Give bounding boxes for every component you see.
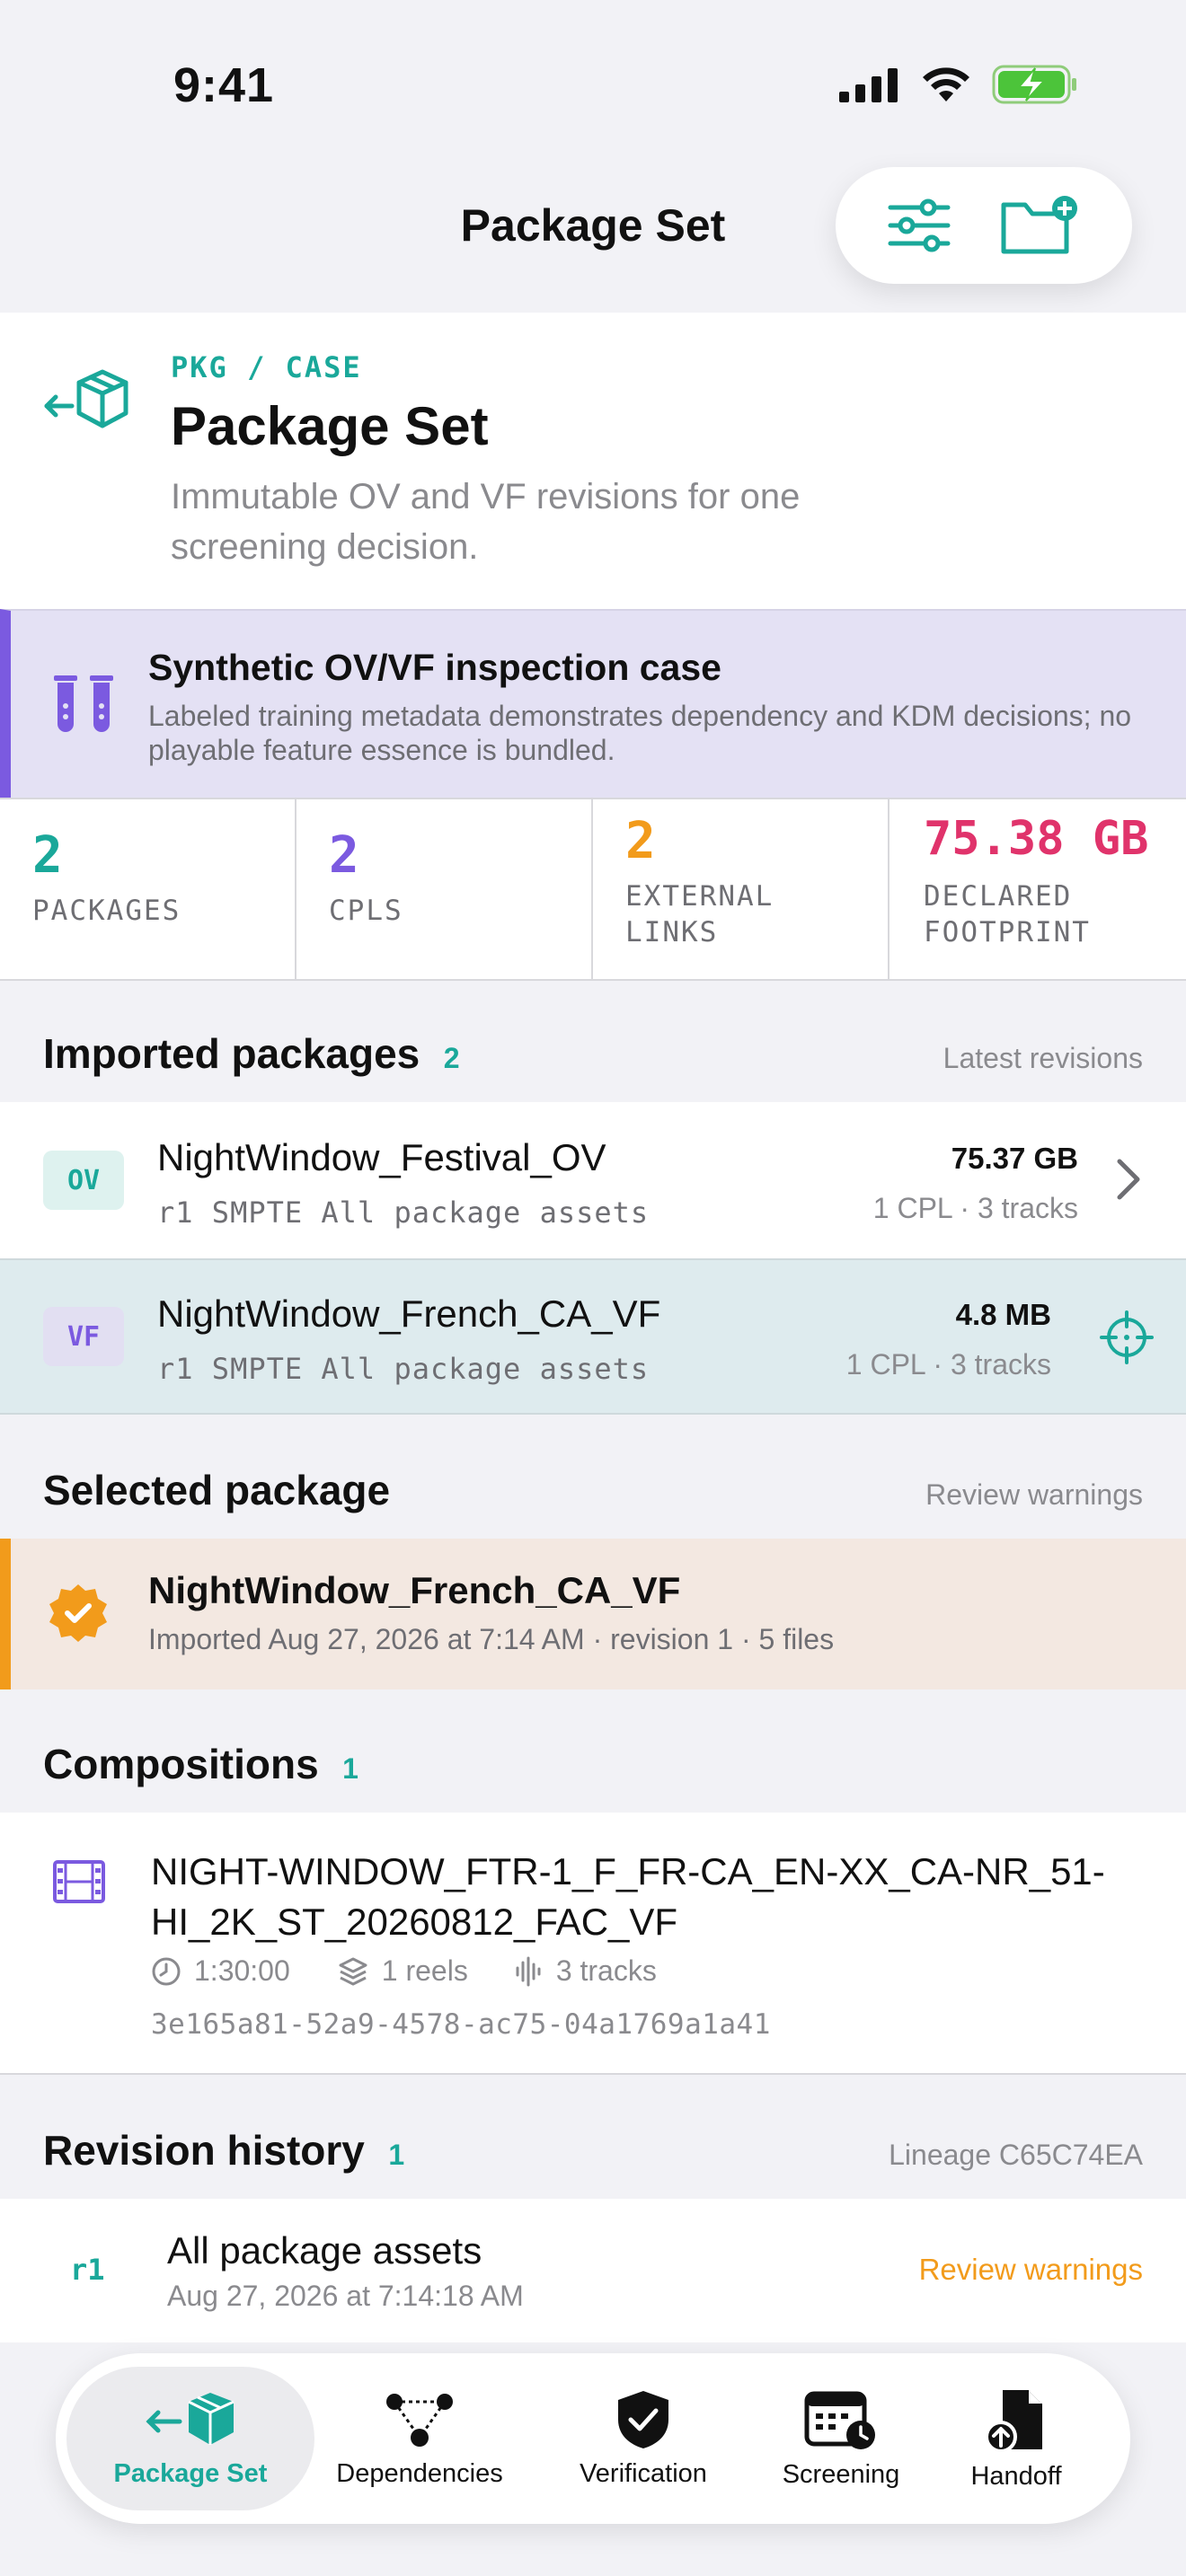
nav-actions [836,167,1132,284]
section-title: Revision history [43,2127,365,2174]
battery-charging-icon [992,65,1076,104]
stat-label: DECLARED FOOTPRINT [924,880,1091,948]
package-size: 4.8 MB [955,1298,1051,1331]
package-name: NightWindow_French_CA_VF [157,1292,661,1335]
clock-icon [152,1957,181,1985]
stat-value: 2 [625,812,656,870]
revision-status: Review warnings [918,2253,1143,2286]
section-aside: Latest revisions [943,1042,1143,1074]
folder-add-icon[interactable] [1000,194,1081,257]
section-aside: Review warnings [925,1478,1143,1511]
imported-packages-header: Imported packages 2 Latest revisions [43,1029,1143,1078]
stat-external-links: 2 EXTERNAL LINKS [593,799,890,979]
package-meta: r1 SMPTE All package assets [157,1352,650,1386]
test-tubes-icon [54,675,113,732]
stat-declared-footprint: 75.38 GB DECLARED FOOTPRINT [890,799,1186,979]
package-badge: OV [43,1151,124,1210]
composition-reels: 1 reels [381,1954,468,1987]
banner-title: Synthetic OV/VF inspection case [148,647,721,688]
tab-label: Package Set [113,2458,268,2488]
revision-tag: r1 [70,2253,105,2287]
package-icon [146,2392,235,2445]
tab-handoff[interactable]: Handoff [920,2367,1112,2510]
stat-value: 2 [329,826,359,885]
revision-history-header: Revision history 1 Lineage C65C74EA [43,2126,1143,2175]
tab-dependencies[interactable]: Dependencies [314,2367,525,2510]
composition-uuid: 3e165a81-52a9-4578-ac75-04a1769a1a41 [151,2008,771,2041]
selected-package-header: Selected package Review warnings [43,1466,1143,1514]
status-time: 9:41 [173,58,275,112]
filter-sliders-icon[interactable] [887,198,951,252]
film-icon [53,1860,105,1903]
package-meta: r1 SMPTE All package assets [157,1195,650,1230]
header-eyebrow: PKG / CASE [171,350,362,384]
warning-seal-icon [49,1584,107,1642]
package-badge: VF [43,1307,124,1366]
tab-label: Screening [782,2459,900,2489]
composition-duration: 1:30:00 [194,1954,290,1987]
status-icons [839,65,1078,104]
composition-meta: 1:30:00 1 reels 3 tracks [151,1954,657,1988]
stat-cpls: 2 CPLS [296,799,593,979]
revision-row[interactable]: r1 All package assets Aug 27, 2026 at 7:… [0,2199,1186,2342]
tab-label: Verification [580,2458,707,2488]
wifi-icon [923,67,969,101]
stat-label: PACKAGES [32,895,181,927]
cellular-signal-icon [839,68,898,102]
stat-label: EXTERNAL LINKS [625,880,774,948]
section-count: 1 [342,1752,358,1785]
section-count: 2 [443,1042,460,1074]
section-count: 1 [388,2139,405,2171]
package-counts: 1 CPL · 3 tracks [872,1192,1078,1224]
composition-card[interactable]: NIGHT-WINDOW_FTR-1_F_FR-CA_EN-XX_CA-NR_5… [0,1813,1186,2075]
section-title: Imported packages [43,1030,420,1077]
package-counts: 1 CPL · 3 tracks [845,1348,1051,1381]
section-aside: Lineage C65C74EA [889,2139,1143,2171]
tab-label: Handoff [970,2461,1062,2491]
package-import-icon [44,369,128,428]
section-title: Selected package [43,1467,391,1513]
status-bar: 9:41 [0,0,1186,171]
shield-check-icon [618,2390,668,2448]
package-row-vf[interactable]: VF NightWindow_French_CA_VF r1 SMPTE All… [0,1258,1186,1415]
banner-subtitle: Labeled training metadata demonstrates d… [148,700,1132,766]
section-title: Compositions [43,1741,319,1787]
synthetic-case-banner: Synthetic OV/VF inspection case Labeled … [0,609,1186,798]
tab-screening[interactable]: Screening [762,2367,920,2510]
tab-label: Dependencies [336,2458,503,2488]
chevron-right-icon [1117,1159,1140,1200]
selected-package-meta: Imported Aug 27, 2026 at 7:14 AM · revis… [148,1623,835,1655]
waveform-icon [516,1956,541,1986]
tab-package-set[interactable]: Package Set [66,2367,314,2510]
selected-package-name: NightWindow_French_CA_VF [148,1569,681,1611]
document-upload-icon [985,2389,1042,2453]
crosshair-icon[interactable] [1100,1310,1154,1364]
stat-label: CPLS [329,895,403,927]
stat-value: 75.38 GB [924,812,1149,866]
revision-date: Aug 27, 2026 at 7:14:18 AM [167,2280,524,2312]
stat-value: 2 [32,826,63,885]
revision-title: All package assets [167,2229,482,2272]
composition-tracks: 3 tracks [555,1954,657,1987]
composition-title: NIGHT-WINDOW_FTR-1_F_FR-CA_EN-XX_CA-NR_5… [151,1850,1105,1943]
layers-icon [339,1957,367,1985]
tab-bar: Package Set Dependencies Verification Sc… [56,2353,1130,2524]
tab-verification[interactable]: Verification [525,2367,762,2510]
page-title: Package Set [171,396,489,456]
package-size: 75.37 GB [951,1142,1078,1175]
stats-grid: 2 PACKAGES 2 CPLS 2 EXTERNAL LINKS 75.38… [0,798,1186,981]
page-subtitle: Immutable OV and VF revisions for one sc… [171,477,801,567]
selected-package-card[interactable]: NightWindow_French_CA_VF Imported Aug 27… [0,1539,1186,1689]
package-name: NightWindow_Festival_OV [157,1136,606,1178]
stat-packages: 2 PACKAGES [0,799,296,979]
dependencies-icon [386,2393,453,2447]
package-row-ov[interactable]: OV NightWindow_Festival_OV r1 SMPTE All … [0,1102,1186,1258]
compositions-header: Compositions 1 [43,1740,1143,1788]
calendar-clock-icon [804,2391,875,2449]
